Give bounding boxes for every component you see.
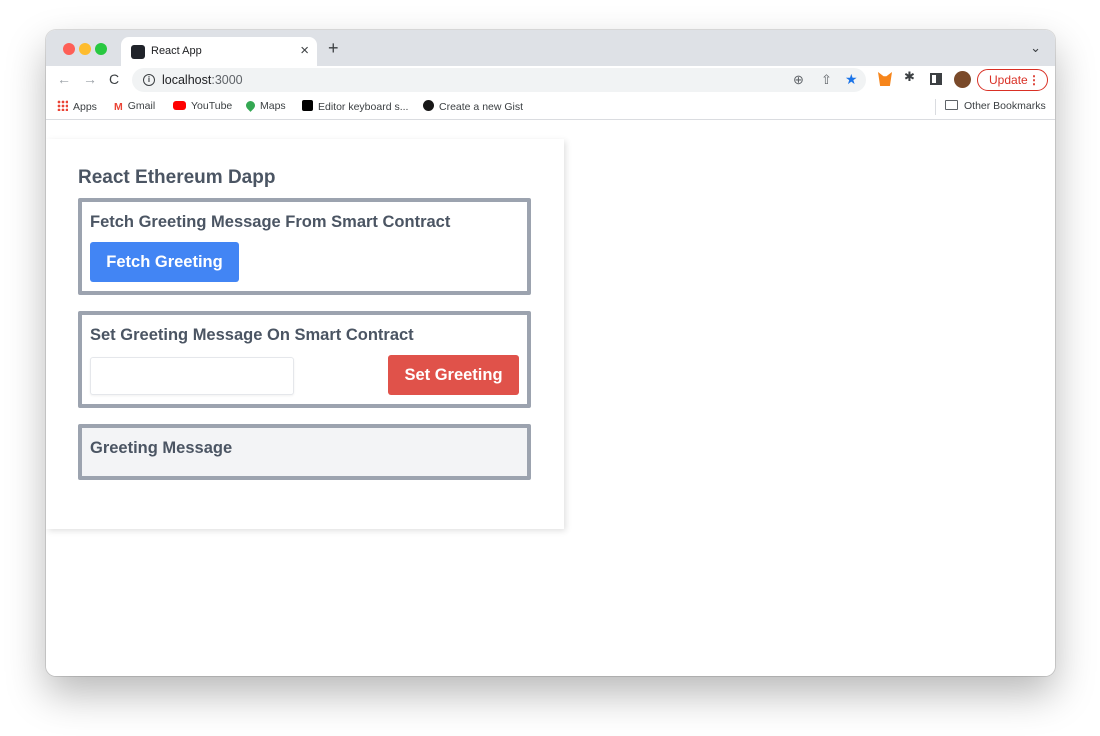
- fetch-greeting-panel: Fetch Greeting Message From Smart Contra…: [78, 198, 531, 295]
- extensions-puzzle-icon[interactable]: ✱: [904, 69, 918, 84]
- set-heading: Set Greeting Message On Smart Contract: [90, 326, 414, 344]
- tab-react-app[interactable]: React App ×: [121, 37, 317, 66]
- bookmark-gist[interactable]: Create a new Gist: [423, 100, 523, 113]
- menu-dots-icon: ⋮: [1028, 73, 1040, 87]
- bookmarks-divider: [935, 99, 936, 115]
- tab-close-icon[interactable]: ×: [300, 42, 309, 59]
- bookmark-youtube[interactable]: YouTube: [173, 100, 232, 112]
- apps-grid-icon: [57, 100, 68, 111]
- site-info-icon[interactable]: i: [143, 74, 155, 86]
- tab-search-chevron-icon[interactable]: ⌄: [1030, 40, 1041, 56]
- profile-avatar[interactable]: [954, 71, 971, 88]
- close-window-button[interactable]: [63, 43, 75, 55]
- set-greeting-panel: Set Greeting Message On Smart Contract S…: [78, 311, 531, 408]
- greeting-input[interactable]: [90, 357, 294, 395]
- maximize-window-button[interactable]: [95, 43, 107, 55]
- browser-window: React App × + ⌄ ← → C i localhost:3000 ⊕…: [46, 30, 1055, 676]
- bookmark-label: Other Bookmarks: [964, 100, 1046, 112]
- bookmarks-bar: Apps M Gmail YouTube Maps Editor keyboard…: [46, 94, 1055, 120]
- tab-title: React App: [151, 45, 202, 57]
- set-greeting-button[interactable]: Set Greeting: [388, 355, 519, 395]
- bookmark-gmail[interactable]: M Gmail: [114, 100, 156, 113]
- new-tab-button[interactable]: +: [328, 38, 339, 59]
- zoom-icon[interactable]: ⊕: [793, 72, 804, 88]
- bookmark-label: Gmail: [127, 100, 156, 112]
- metamask-fox-icon[interactable]: [878, 72, 892, 86]
- side-panel-icon[interactable]: [930, 73, 942, 85]
- tab-strip: React App × + ⌄: [46, 30, 1055, 66]
- react-favicon-icon: [131, 45, 145, 59]
- folder-icon: [945, 100, 958, 110]
- dapp-card: React Ethereum Dapp Fetch Greeting Messa…: [46, 139, 564, 529]
- reload-icon[interactable]: C: [109, 71, 119, 87]
- bookmark-label: YouTube: [191, 100, 233, 112]
- bookmark-editor[interactable]: Editor keyboard s...: [302, 100, 408, 113]
- url-text[interactable]: localhost:3000: [162, 73, 243, 87]
- back-arrow-icon[interactable]: ←: [57, 71, 71, 87]
- address-bar[interactable]: i localhost:3000 ⊕ ⇧ ★: [132, 68, 866, 92]
- share-icon[interactable]: ⇧: [821, 72, 832, 88]
- minimize-window-button[interactable]: [79, 43, 91, 55]
- bookmark-star-icon[interactable]: ★: [845, 71, 858, 88]
- message-heading: Greeting Message: [90, 439, 233, 457]
- fetch-heading: Fetch Greeting Message From Smart Contra…: [90, 213, 451, 231]
- maps-icon: [244, 99, 257, 112]
- url-host: localhost: [162, 73, 212, 87]
- bookmark-other[interactable]: Other Bookmarks: [945, 100, 1046, 112]
- bookmark-label: Create a new Gist: [439, 101, 524, 113]
- youtube-icon: [173, 101, 186, 110]
- github-icon: [423, 100, 434, 111]
- update-label: Update: [989, 73, 1028, 87]
- bookmark-label: Apps: [73, 101, 97, 113]
- medium-icon: [302, 100, 313, 111]
- forward-arrow-icon[interactable]: →: [83, 71, 97, 87]
- gmail-icon: M: [114, 101, 123, 113]
- url-port: :3000: [211, 73, 243, 87]
- fetch-greeting-button[interactable]: Fetch Greeting: [90, 242, 239, 282]
- page-title: React Ethereum Dapp: [78, 167, 276, 188]
- browser-toolbar: ← → C i localhost:3000 ⊕ ⇧ ★ ✱ Update ⋮: [46, 66, 1055, 94]
- bookmark-label: Maps: [260, 100, 286, 112]
- bookmark-apps[interactable]: Apps: [57, 100, 97, 113]
- page-content: React Ethereum Dapp Fetch Greeting Messa…: [46, 121, 1055, 676]
- bookmark-label: Editor keyboard s...: [318, 101, 409, 113]
- update-button[interactable]: Update ⋮: [977, 69, 1048, 91]
- greeting-message-panel: Greeting Message: [78, 424, 531, 480]
- bookmark-maps[interactable]: Maps: [244, 99, 286, 112]
